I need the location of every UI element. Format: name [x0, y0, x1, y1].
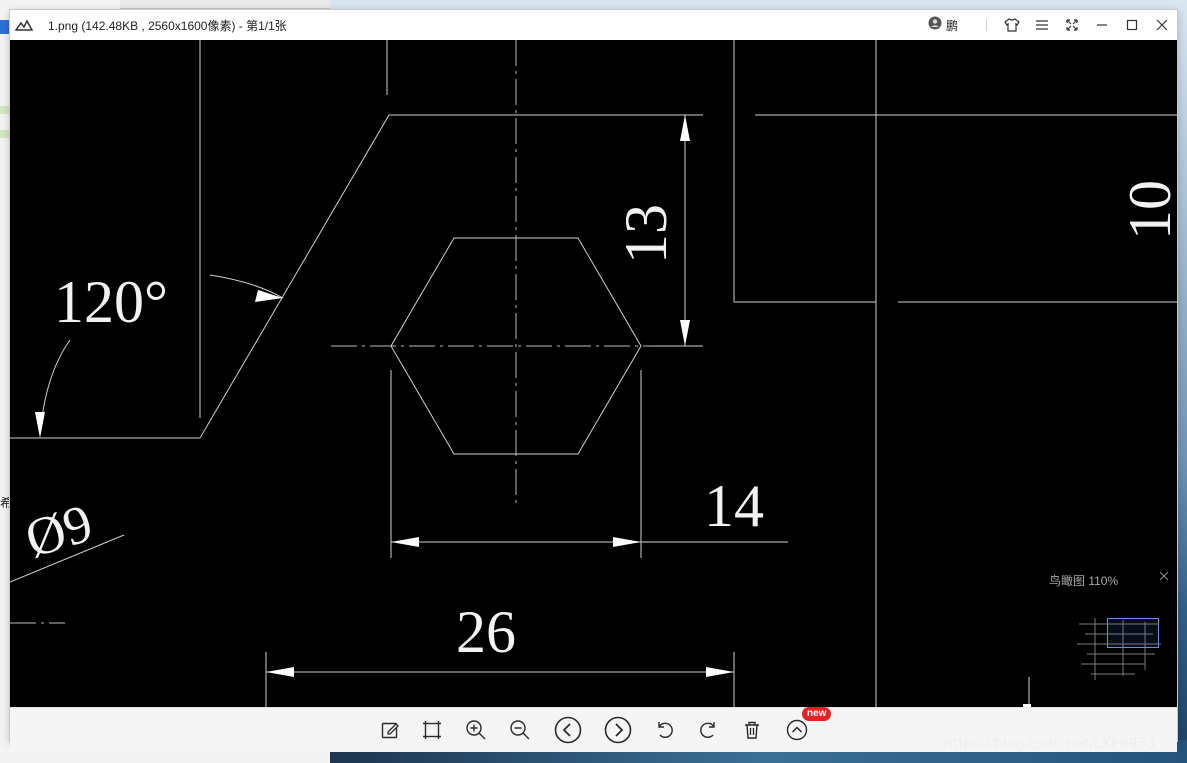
background-green-marker [0, 106, 9, 114]
cad-drawing: 120° Ø9 13 14 26 10 [10, 40, 1177, 707]
background-tabs [120, 0, 330, 9]
fullscreen-button[interactable] [1057, 10, 1087, 40]
birds-eye-close-icon[interactable] [1155, 567, 1173, 585]
chevron-up-circle-icon [786, 719, 808, 741]
hamburger-icon [1036, 20, 1048, 30]
close-button[interactable] [1147, 10, 1177, 40]
zoom-out-button[interactable] [503, 708, 537, 752]
minimize-button[interactable] [1087, 10, 1117, 40]
skin-button[interactable] [997, 10, 1027, 40]
rotate-left-button[interactable] [648, 708, 682, 752]
dimension-10-label: 10 [1117, 180, 1177, 240]
user-name: 鹏 [945, 18, 958, 33]
expand-icon [1066, 19, 1078, 31]
chevron-right-circle-icon [604, 716, 632, 744]
maximize-button[interactable] [1117, 10, 1147, 40]
crop-frame-icon [423, 721, 441, 739]
diameter-dimension-label: Ø9 [18, 492, 99, 569]
avatar [928, 16, 942, 35]
dimension-14-label: 14 [704, 473, 764, 539]
previous-image-button[interactable] [551, 708, 585, 752]
birds-eye-panel[interactable]: 鸟瞰图 110% [1035, 562, 1185, 682]
minimize-icon [1097, 24, 1107, 26]
window-title: 1.png (142.48KB , 2560x1600像素) - 第1/1张 [48, 18, 287, 33]
title-bar[interactable]: 1.png (142.48KB , 2560x1600像素) - 第1/1张 鹏 [10, 10, 1177, 41]
rotate-right-button[interactable] [691, 708, 725, 752]
dimension-26-label: 26 [456, 599, 516, 665]
chevron-left-circle-icon [554, 716, 582, 744]
next-image-button[interactable] [601, 708, 635, 752]
birds-eye-title: 鸟瞰图 110% [1049, 574, 1119, 588]
maximize-icon [1126, 19, 1138, 31]
app-logo-icon [10, 10, 38, 40]
delete-button[interactable] [735, 708, 769, 752]
title-separator [986, 19, 987, 31]
trash-icon [745, 721, 759, 739]
angle-dimension-label: 120° [54, 269, 168, 335]
shirt-icon [1004, 18, 1020, 32]
birds-eye-viewport-frame[interactable] [1107, 618, 1159, 648]
image-viewer-window: 1.png (142.48KB , 2560x1600像素) - 第1/1张 鹏 [10, 10, 1177, 752]
zoom-out-icon [510, 720, 530, 740]
edit-button[interactable] [373, 708, 407, 752]
menu-button[interactable] [1027, 10, 1057, 40]
image-canvas[interactable]: 120° Ø9 13 14 26 10 [10, 40, 1177, 707]
user-account[interactable]: 鹏 [928, 16, 958, 35]
new-badge: new [802, 707, 832, 721]
original-size-button[interactable] [415, 708, 449, 752]
close-icon [1156, 19, 1168, 31]
background-green-marker [0, 130, 9, 138]
edit-icon [381, 722, 399, 739]
rotate-right-icon [700, 722, 715, 738]
rotate-left-icon [658, 722, 673, 738]
background-blue-marker [0, 20, 9, 34]
watermark-text: https://blog.csdn.net/LXP8933 [944, 736, 1156, 752]
dimension-13-label: 13 [613, 204, 679, 264]
zoom-in-button[interactable] [459, 708, 493, 752]
zoom-in-icon [466, 720, 486, 740]
